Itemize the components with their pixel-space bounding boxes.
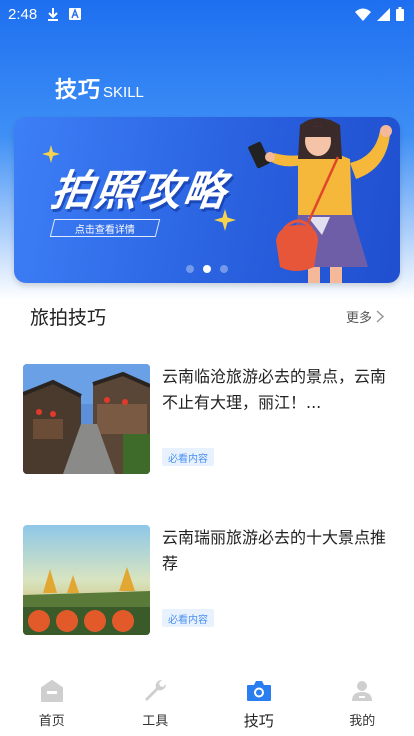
download-icon — [47, 7, 59, 21]
tab-home[interactable]: 首页 — [0, 668, 104, 736]
camera-icon — [246, 678, 272, 704]
status-time: 2:48 — [8, 5, 38, 23]
tab-skills[interactable]: 技巧 — [207, 668, 311, 736]
more-link[interactable]: 更多 — [346, 307, 384, 326]
page-title: 技巧 SKILL — [55, 72, 144, 104]
wifi-icon — [355, 8, 371, 21]
article-thumbnail — [23, 525, 150, 635]
page-title-main: 技巧 — [55, 78, 102, 103]
carousel-dots — [186, 265, 228, 273]
article-title[interactable]: 云南临沧旅游必去的景点，云南不止有大理，丽江！... — [162, 364, 393, 416]
signal-icon — [377, 7, 390, 21]
page-title-subtitle: SKILL — [103, 84, 144, 101]
article-card[interactable]: 云南临沧旅游必去的景点，云南不止有大理，丽江！... 必看内容 — [23, 364, 393, 476]
tab-profile[interactable]: 我的 — [311, 668, 414, 736]
article-tag: 必看内容 — [162, 609, 214, 627]
carousel-dot[interactable] — [186, 265, 194, 273]
article-thumbnail — [23, 364, 150, 474]
status-bar: 2:48 — [0, 0, 414, 28]
article-body: 云南瑞丽旅游必去的十大景点推荐 必看内容 — [162, 525, 393, 637]
article-title[interactable]: 云南瑞丽旅游必去的十大景点推荐 — [162, 525, 393, 577]
home-icon — [40, 678, 64, 704]
section-title: 旅拍技巧 — [30, 306, 107, 329]
tab-label: 工具 — [142, 714, 169, 729]
user-icon — [351, 678, 373, 704]
bottom-tab-bar: 首页 工具 技巧 我的 — [0, 668, 414, 736]
section-header: 旅拍技巧 更多 — [0, 296, 414, 336]
more-label: 更多 — [345, 310, 372, 326]
carousel-dot-active[interactable] — [203, 265, 211, 273]
wrench-icon — [142, 678, 168, 704]
banner-carousel[interactable]: 拍照攻略 点击查看详情 — [14, 117, 400, 283]
old-town-street-image — [23, 364, 150, 474]
article-body: 云南临沧旅游必去的景点，云南不止有大理，丽江！... 必看内容 — [162, 364, 393, 476]
banner-title: 拍照攻略 — [48, 166, 232, 215]
battery-icon — [396, 7, 404, 21]
banner-details-button[interactable]: 点击查看详情 — [49, 219, 161, 237]
tab-label: 我的 — [349, 714, 376, 729]
chevron-right-icon — [376, 309, 384, 323]
tab-label: 首页 — [38, 714, 65, 729]
tab-label: 技巧 — [243, 712, 274, 730]
pagoda-landscape-image — [23, 525, 150, 635]
tab-tools[interactable]: 工具 — [104, 668, 208, 736]
notification-app-icon — [69, 8, 82, 20]
carousel-dot[interactable] — [220, 265, 228, 273]
banner-details-label: 点击查看详情 — [75, 224, 135, 236]
article-tag: 必看内容 — [162, 448, 214, 466]
article-card[interactable]: 云南瑞丽旅游必去的十大景点推荐 必看内容 — [23, 525, 393, 637]
